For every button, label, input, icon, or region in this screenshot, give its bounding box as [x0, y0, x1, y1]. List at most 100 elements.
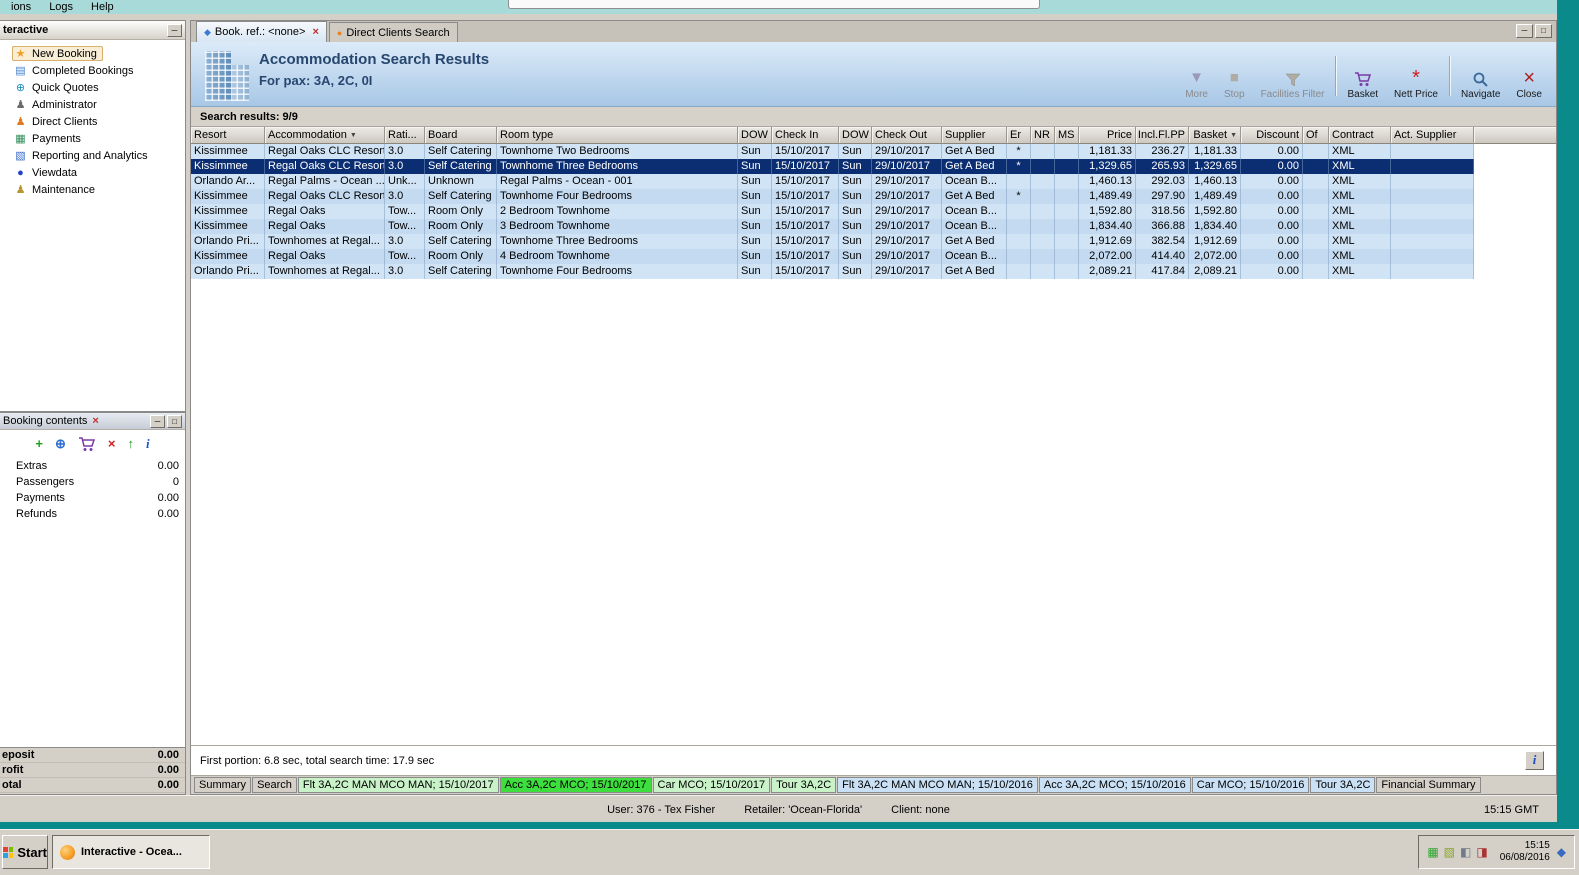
column-header-room-type[interactable]: Room type — [497, 127, 738, 144]
upload-icon[interactable]: ↑ — [127, 437, 134, 451]
column-header-act-supplier[interactable]: Act. Supplier — [1391, 127, 1474, 144]
cell-incl-fl-pp: 236.27 — [1136, 144, 1189, 159]
cell-er — [1007, 204, 1031, 219]
column-header-board[interactable]: Board — [425, 127, 497, 144]
navigate-button[interactable]: Navigate — [1453, 48, 1508, 104]
info-icon[interactable]: i — [146, 437, 150, 451]
print-tray-icon[interactable]: ◧ — [1460, 845, 1471, 859]
sidebar-item-completed-bookings[interactable]: ▤Completed Bookings — [0, 62, 185, 79]
sidebar-item-direct-clients[interactable]: ♟Direct Clients — [0, 113, 185, 130]
volume-tray-icon[interactable]: ◨ — [1476, 845, 1487, 859]
result-row[interactable]: KissimmeeRegal Oaks CLC Resort3.0Self Ca… — [191, 189, 1474, 204]
window-restore-button[interactable]: □ — [1535, 24, 1552, 38]
sidebar-item-administrator[interactable]: ♟Administrator — [0, 96, 185, 113]
result-row[interactable]: KissimmeeRegal OaksTow...Room Only4 Bedr… — [191, 249, 1474, 264]
start-button[interactable]: Start — [2, 835, 48, 869]
lan-tray-icon[interactable]: ▦ — [1427, 845, 1438, 859]
result-row[interactable]: KissimmeeRegal OaksTow...Room Only2 Bedr… — [191, 204, 1474, 219]
sort-icon[interactable]: ▼ — [1230, 128, 1237, 143]
column-header-rati[interactable]: Rati... — [385, 127, 425, 144]
column-header-check-in[interactable]: Check In — [772, 127, 839, 144]
tab-direct-clients-search[interactable]: ●Direct Clients Search — [329, 22, 458, 42]
bottom-tab-car-mco-15-10-2016[interactable]: Car MCO; 15/10/2016 — [1192, 777, 1310, 793]
column-header-discount[interactable]: Discount — [1241, 127, 1303, 144]
globe-icon[interactable]: ⊕ — [55, 437, 66, 451]
cell-accommodation: Regal Oaks — [265, 219, 385, 234]
completed-bookings-icon: ▤ — [14, 64, 27, 77]
tray-icons: ▦ ▧ ◧ ◨ — [1427, 846, 1492, 859]
bottom-tab-flt-3a-2c-man-mco-man-15-10-2016[interactable]: Flt 3A,2C MAN MCO MAN; 15/10/2016 — [837, 777, 1038, 793]
cell-contract: XML — [1329, 174, 1391, 189]
column-header-accommodation[interactable]: Accommodation▼ — [265, 127, 385, 144]
stop-button[interactable]: ■Stop — [1216, 48, 1253, 104]
bottom-tab-car-mco-15-10-2017[interactable]: Car MCO; 15/10/2017 — [653, 777, 771, 793]
info-button[interactable]: i — [1525, 751, 1544, 770]
result-row[interactable]: Orlando Pri...Townhomes at Regal...3.0Se… — [191, 234, 1474, 249]
bottom-tab-acc-3a-2c-mco-15-10-2017[interactable]: Acc 3A,2C MCO; 15/10/2017 — [500, 777, 652, 793]
result-row[interactable]: Orlando Ar...Regal Palms - Ocean ...Unk.… — [191, 174, 1474, 189]
booking-contents-minimize-button[interactable]: ─ — [150, 415, 165, 428]
cell-board: Unknown — [425, 174, 497, 189]
message-tray-icon[interactable]: ▧ — [1444, 845, 1455, 859]
bottom-tab-tour-3a-2c[interactable]: Tour 3A,2C — [1310, 777, 1375, 793]
sidebar-item-viewdata[interactable]: ●Viewdata — [0, 164, 185, 181]
cell-nr — [1031, 174, 1055, 189]
booking-contents-close-icon[interactable]: × — [92, 415, 98, 427]
remove-icon[interactable]: × — [108, 437, 116, 451]
sidebar-item-inner: ⊕Quick Quotes — [12, 80, 105, 95]
sidebar-item-maintenance[interactable]: ♟Maintenance — [0, 181, 185, 198]
more-button[interactable]: ▼More — [1177, 48, 1216, 104]
column-header-nr[interactable]: NR — [1031, 127, 1055, 144]
menu-item-ions[interactable]: ions — [2, 0, 40, 14]
close-button[interactable]: ×Close — [1508, 48, 1550, 104]
add-icon[interactable]: + — [35, 437, 43, 451]
bottom-tab-financial-summary[interactable]: Financial Summary — [1376, 777, 1480, 793]
result-row[interactable]: KissimmeeRegal OaksTow...Room Only3 Bedr… — [191, 219, 1474, 234]
column-header-supplier[interactable]: Supplier — [942, 127, 1007, 144]
sidebar-item-new-booking[interactable]: ★New Booking — [0, 45, 185, 62]
menu-item-help[interactable]: Help — [82, 0, 123, 14]
column-header-incl-fl-pp[interactable]: Incl.Fl.PP — [1136, 127, 1189, 144]
result-row[interactable]: KissimmeeRegal Oaks CLC Resort3.0Self Ca… — [191, 159, 1474, 174]
booking-contents-maximize-button[interactable]: □ — [167, 415, 182, 428]
column-header-contract[interactable]: Contract — [1329, 127, 1391, 144]
bottom-tab-flt-3a-2c-man-mco-man-15-10-2017[interactable]: Flt 3A,2C MAN MCO MAN; 15/10/2017 — [298, 777, 499, 793]
column-header-of[interactable]: Of — [1303, 127, 1329, 144]
display-tray-icon[interactable]: ◆ — [1557, 845, 1566, 859]
basket-icon[interactable] — [78, 436, 96, 452]
tab-close-icon[interactable]: × — [312, 26, 318, 38]
facilities-filter-button[interactable]: Facilities Filter — [1253, 48, 1333, 104]
bottom-tab-acc-3a-2c-mco-15-10-2016[interactable]: Acc 3A,2C MCO; 15/10/2016 — [1039, 777, 1191, 793]
result-row[interactable]: Orlando Pri...Townhomes at Regal...3.0Se… — [191, 264, 1474, 279]
column-header-dow[interactable]: DOW — [839, 127, 872, 144]
filter-icon[interactable]: ▼ — [350, 128, 357, 143]
column-header-dow[interactable]: DOW — [738, 127, 772, 144]
sidebar-item-payments[interactable]: ▦Payments — [0, 130, 185, 147]
basket-button[interactable]: Basket — [1339, 48, 1386, 104]
bottom-tab-tour-3a-2c[interactable]: Tour 3A,2C — [771, 777, 836, 793]
column-header-resort[interactable]: Resort — [191, 127, 265, 144]
tab-book-ref-none[interactable]: ◆Book. ref.: <none>× — [196, 21, 327, 42]
column-header-check-out[interactable]: Check Out — [872, 127, 942, 144]
cell-board: Self Catering — [425, 234, 497, 249]
result-row[interactable]: KissimmeeRegal Oaks CLC Resort3.0Self Ca… — [191, 144, 1474, 159]
bottom-tab-search[interactable]: Search — [252, 777, 297, 793]
cell-check-in: 15/10/2017 — [772, 219, 839, 234]
column-header-er[interactable]: Er — [1007, 127, 1031, 144]
cell-act-supplier — [1391, 174, 1474, 189]
nett-price-button[interactable]: *Nett Price — [1386, 48, 1446, 104]
sidebar-item-inner: ▦Payments — [12, 131, 87, 146]
column-header-ms[interactable]: MS — [1055, 127, 1079, 144]
sidebar-item-reporting-and-analytics[interactable]: ▧Reporting and Analytics — [0, 147, 185, 164]
column-header-label: Check In — [775, 128, 818, 143]
panel-minimize-button[interactable]: ─ — [167, 24, 182, 37]
sidebar-item-quick-quotes[interactable]: ⊕Quick Quotes — [0, 79, 185, 96]
bottom-tab-summary[interactable]: Summary — [194, 777, 251, 793]
taskbar-app-button[interactable]: Interactive - Ocea... — [52, 835, 210, 869]
column-header-price[interactable]: Price — [1079, 127, 1136, 144]
menu-item-logs[interactable]: Logs — [40, 0, 82, 14]
cell-resort: Kissimmee — [191, 144, 265, 159]
window-minimize-button[interactable]: ─ — [1516, 24, 1533, 38]
cell-accommodation: Regal Palms - Ocean ... — [265, 174, 385, 189]
column-header-basket[interactable]: Basket▼ — [1189, 127, 1241, 144]
